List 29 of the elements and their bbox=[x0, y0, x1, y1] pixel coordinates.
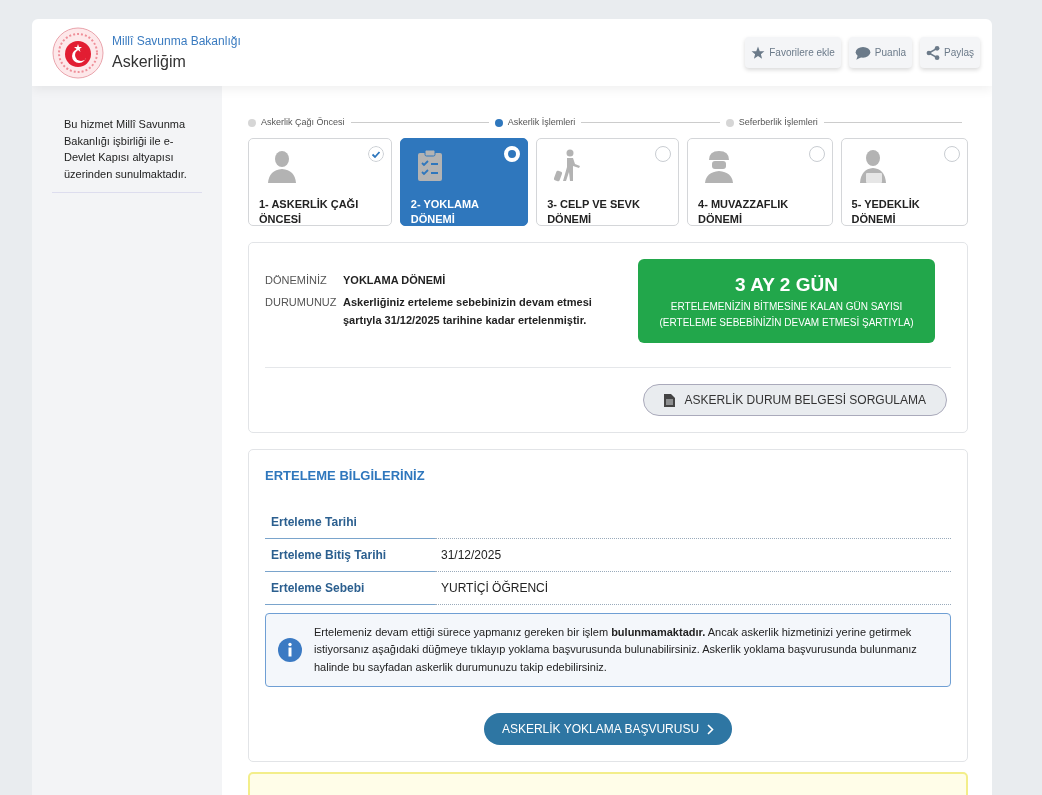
field-value: YOKLAMA DÖNEMİ bbox=[343, 273, 446, 289]
status-text: Askerliğiniz erteleme sebebinizin devam etmesi şartıyla 31/12/2025 tarihine kadar ertelenmiştir. bbox=[343, 294, 593, 328]
field-label: DURUMUNUZ bbox=[265, 294, 338, 310]
field-label: Erteleme Tarihi bbox=[265, 505, 435, 539]
rate-button[interactable]: Puanla bbox=[848, 37, 912, 68]
field-label: Erteleme Bitiş Tarihi bbox=[265, 538, 435, 572]
share-button[interactable]: Paylaş bbox=[920, 37, 980, 68]
info-text: Ertelemeniz devam ettiği sürece yapmanız gereken bir işlem bulunmamaktadır. Ancak askerlik hizmetinizi yerine getirmek istiyorsanız aşağıdaki düğmeye tıklayıp yoklama başvurusunda bulunabilirsiniz. Askerlik yoklama başvurusunda bulunmanız halinde bu sayfadan askerlik durumunuzu takip edebilirsiniz. bbox=[314, 624, 918, 675]
step-card[interactable]: 1- ASKERLİK ÇAĞI ÖNCESİ bbox=[248, 137, 392, 226]
application-button[interactable]: ASKERLİK YOKLAMA BAŞVURUSU bbox=[483, 713, 733, 746]
field-label: Erteleme Sebebi bbox=[265, 571, 435, 605]
step-card[interactable]: 4- MUVAZZAFLIK DÖNEMİ bbox=[687, 137, 833, 226]
remaining-caption: ERTELEMENİZİN BİTMESİNE KALAN GÜN SAYISI (ERTELEME SEBEBİNİZİN DEVAM ETMESİ ŞARTIYLA) bbox=[658, 299, 915, 330]
phase-label: Askerlik Çağı Öncesi bbox=[248, 116, 345, 130]
step-card[interactable]: 3- CELP VE SEVK DÖNEMİ bbox=[536, 137, 680, 226]
page-title: Askerliğim bbox=[112, 51, 187, 72]
favorite-button[interactable]: Favorilere ekle bbox=[745, 37, 841, 68]
field-value: 31/12/2025 bbox=[441, 547, 502, 562]
ministry-name: Millî Savunma Bakanlığı bbox=[112, 32, 241, 50]
phase-label: Askerlik İşlemleri bbox=[494, 116, 576, 130]
section-title: ERTELEME BİLGİLERİNİZ bbox=[265, 467, 426, 485]
step-card[interactable]: 5- YEDEKLİK DÖNEMİ bbox=[840, 137, 968, 226]
field-value: YURTİÇİ ÖĞRENCİ bbox=[441, 580, 549, 595]
field-label: DÖNEMİNİZ bbox=[265, 273, 328, 289]
remaining-time: 3 AY 2 GÜN bbox=[734, 272, 839, 297]
phase-label: Seferberlik İşlemleri bbox=[725, 116, 818, 130]
step-card[interactable]: 2- YOKLAMA DÖNEMİ bbox=[399, 137, 529, 226]
document-query-button[interactable]: ASKERLİK DURUM BELGESİ SORGULAMA bbox=[642, 384, 947, 416]
service-note: Bu hizmet Millî Savunma Bakanlığı işbirliği ile e-Devlet Kapısı altyapısı üzerinden sunulmaktadır. bbox=[52, 116, 202, 193]
